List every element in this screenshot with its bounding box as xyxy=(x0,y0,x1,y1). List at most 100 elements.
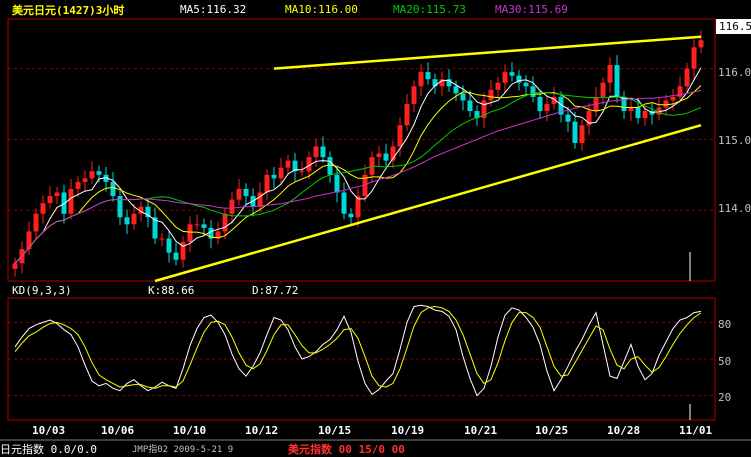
candle-body xyxy=(502,72,508,83)
current-price-label: 116.50 xyxy=(719,20,751,33)
candle-body xyxy=(635,107,641,119)
candle-body xyxy=(124,217,130,225)
candle-body xyxy=(26,231,32,250)
candle-body xyxy=(341,192,347,214)
candle-body xyxy=(33,213,39,232)
candle-body xyxy=(285,160,291,168)
kd-tick-50: 50 xyxy=(718,355,732,368)
candle-body xyxy=(89,171,95,179)
candle-body xyxy=(495,82,501,90)
candle-body xyxy=(600,82,606,97)
candle-body xyxy=(54,192,60,197)
status-item-2[interactable]: JMP指02 2009-5-21 9 xyxy=(132,442,233,455)
candle-body xyxy=(684,68,690,87)
date-label: 10/19 xyxy=(391,424,425,437)
candle-body xyxy=(173,252,179,260)
candle-body xyxy=(397,125,403,147)
trendline-lower xyxy=(154,124,702,283)
candle-body xyxy=(537,96,543,112)
date-label: 10/15 xyxy=(318,424,352,437)
candle-body xyxy=(579,125,585,143)
candle-body xyxy=(509,72,515,76)
candle-body xyxy=(698,40,704,48)
moving-averages xyxy=(14,67,702,264)
candle-body xyxy=(166,238,172,253)
candle-body xyxy=(691,47,697,69)
candle-body xyxy=(110,181,116,197)
candle-body xyxy=(565,114,571,122)
candle-body xyxy=(12,263,18,269)
candle-body xyxy=(257,192,263,207)
date-label: 10/25 xyxy=(535,424,569,437)
candle-body xyxy=(271,174,277,179)
candle-body xyxy=(628,107,634,112)
kd-lines xyxy=(14,304,702,397)
candle-body xyxy=(425,72,431,80)
candle-body xyxy=(642,111,648,119)
candle-body xyxy=(222,213,228,232)
kd-title: KD(9,3,3) xyxy=(12,284,72,297)
k-value: K:88.66 xyxy=(148,284,195,297)
candle-body xyxy=(229,199,235,214)
candle-body xyxy=(61,192,67,214)
date-label: 10/10 xyxy=(173,424,207,437)
forex-chart[interactable] xyxy=(0,0,751,450)
candle-body xyxy=(201,224,207,228)
candle-body xyxy=(299,171,305,173)
candle-body xyxy=(572,121,578,143)
candle-body xyxy=(334,174,340,193)
candle-body xyxy=(383,153,389,161)
date-label: 11/01 xyxy=(679,424,713,437)
candle-body xyxy=(278,167,284,179)
kd-line-d xyxy=(14,305,702,389)
price-tick-114: 114.00 xyxy=(718,202,751,215)
price-tick-115: 115.00 xyxy=(718,134,751,147)
candle-body xyxy=(187,224,193,243)
price-tick-116: 116.00 xyxy=(718,66,751,79)
candle-body xyxy=(348,213,354,218)
price-panel-frame xyxy=(7,18,716,282)
kd-tick-80: 80 xyxy=(718,318,732,331)
ma10-label: MA10:116.00 xyxy=(285,3,358,16)
candle-body xyxy=(607,65,613,83)
ma-line-ma10 xyxy=(14,85,702,264)
date-label: 10/06 xyxy=(101,424,135,437)
date-label: 10/03 xyxy=(32,424,66,437)
d-value: D:87.72 xyxy=(252,284,299,297)
candle-body xyxy=(530,86,536,97)
trendline-upper xyxy=(273,35,702,70)
candle-body xyxy=(320,146,326,158)
candle-body xyxy=(40,203,46,214)
candle-body xyxy=(68,188,74,214)
candle-body xyxy=(96,171,102,175)
candle-body xyxy=(159,238,165,240)
status-item-1[interactable]: 日元指数 0.0/0.0 xyxy=(0,441,97,457)
candle-body xyxy=(47,196,53,204)
status-item-3[interactable]: 美元指数 00 15/0 00 xyxy=(288,441,405,457)
candle-body xyxy=(82,178,88,182)
kd-grid xyxy=(8,321,715,397)
candle-body xyxy=(313,146,319,158)
candle-body xyxy=(243,188,249,197)
ma5-label: MA5:116.32 xyxy=(180,3,247,16)
ma20-label: MA20:115.73 xyxy=(393,3,466,16)
date-label: 10/12 xyxy=(245,424,279,437)
symbol-title: 美元日元(1427)3小时 xyxy=(12,4,125,17)
candle-body xyxy=(131,213,137,225)
candle-body xyxy=(453,86,459,94)
ma-line-ma30 xyxy=(14,90,702,264)
candle-body xyxy=(488,89,494,101)
candle-body xyxy=(523,82,529,87)
candle-body xyxy=(264,174,270,193)
candle-body xyxy=(411,86,417,104)
candle-body xyxy=(418,72,424,87)
candle-body xyxy=(376,153,382,158)
kd-tick-20: 20 xyxy=(718,391,732,404)
candle-body xyxy=(75,181,81,189)
ma30-label: MA30:115.69 xyxy=(495,3,568,16)
candle-body xyxy=(614,65,620,97)
candle-body xyxy=(663,100,669,108)
date-label: 10/21 xyxy=(464,424,498,437)
candle-body xyxy=(236,188,242,200)
candle-body xyxy=(670,96,676,101)
